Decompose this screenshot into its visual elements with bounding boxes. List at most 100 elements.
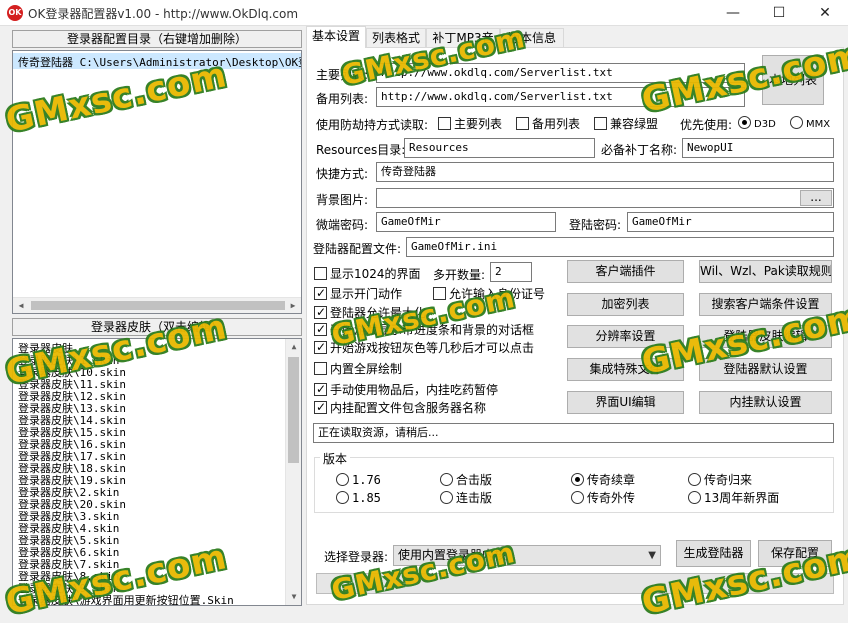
multi-count-input[interactable]: 2 — [490, 262, 532, 282]
client-plugin-button[interactable]: 客户端插件 — [567, 260, 684, 283]
login-pwd-label: 登陆密码: — [569, 218, 622, 232]
tab-version-info[interactable]: 版本信息 — [500, 28, 564, 47]
selector-label: 选择登录器: — [324, 550, 389, 564]
radio-version-176[interactable]: 1.76 — [336, 472, 381, 488]
save-config-button[interactable]: 保存配置 — [758, 540, 832, 567]
radio-icon[interactable] — [790, 116, 803, 129]
checkbox-icon[interactable] — [516, 117, 529, 130]
ui-edit-button[interactable]: 界面UI编辑 — [567, 391, 684, 414]
radio-icon[interactable] — [336, 491, 349, 504]
encrypt-list-button[interactable]: 加密列表 — [567, 293, 684, 316]
radio-version-185[interactable]: 1.85 — [336, 490, 381, 506]
priority-label: 优先使用: — [680, 118, 733, 132]
resolution-button[interactable]: 分辨率设置 — [567, 325, 684, 348]
plugin-defaults-button[interactable]: 内挂默认设置 — [699, 391, 832, 414]
radio-icon[interactable] — [571, 491, 584, 504]
checkbox-icon[interactable] — [314, 399, 327, 415]
skin-list[interactable]: 登录器皮肤 登录器皮肤\1.skin 登录器皮肤\10.skin 登录器皮肤\11.s… — [12, 338, 302, 606]
multi-count-label: 多开数量: — [433, 268, 486, 282]
radio-version-xuzhang[interactable]: 传奇续章 — [571, 472, 635, 488]
config-file-label: 登陆器配置文件: — [313, 242, 402, 256]
config-dir-header: 登录器配置目录（右键增加删除） — [12, 30, 302, 48]
chk-auto-use-items[interactable]: 手动使用物品后，内挂吃药暂停 — [314, 381, 498, 398]
radio-version-lianji[interactable]: 连击版 — [440, 490, 492, 506]
patch-name-label: 必备补丁名称: — [601, 143, 678, 157]
radio-icon[interactable] — [688, 473, 701, 486]
chk-show-1024[interactable]: 显示1024的界面 — [314, 266, 421, 282]
chk-start-game-dialog[interactable]: 开始游戏显示带进度条和背景的对话框 — [314, 321, 534, 338]
chk-show-opening[interactable]: 显示开门动作 — [314, 285, 402, 302]
login-pwd-input[interactable]: GameOfMir — [627, 212, 834, 232]
main-list-input[interactable]: http://www.okdlq.com/Serverlist.txt — [376, 63, 745, 83]
checkbox-icon[interactable] — [438, 117, 451, 130]
config-file-input[interactable]: GameOfMir.ini — [406, 237, 834, 257]
radio-mmx[interactable]: MMX — [790, 116, 830, 132]
wil-rules-button[interactable]: Wil、Wzl、Pak读取规则 — [699, 260, 832, 283]
scroll-down-icon[interactable]: ▼ — [286, 589, 301, 605]
maximize-button[interactable]: ☐ — [756, 0, 802, 26]
minimize-button[interactable]: — — [710, 0, 756, 26]
radio-version-13th[interactable]: 13周年新界面 — [688, 490, 779, 506]
browse-button[interactable]: ... — [800, 190, 832, 206]
chk-fullscreen-draw[interactable]: 内置全屏绘制 — [314, 361, 402, 377]
resources-input[interactable]: Resources — [404, 138, 595, 158]
scroll-left-icon[interactable]: ◀ — [13, 298, 29, 313]
search-client-button[interactable]: 搜索客户端条件设置 — [699, 293, 832, 316]
radio-icon[interactable] — [336, 473, 349, 486]
checkbox-icon[interactable] — [433, 287, 446, 300]
radio-version-guilai[interactable]: 传奇归来 — [688, 472, 752, 488]
checkbox-icon[interactable] — [594, 117, 607, 130]
special-files-button[interactable]: 集成特殊文件 — [567, 358, 684, 381]
progress-bar — [316, 573, 834, 594]
backup-list-input[interactable]: http://www.okdlq.com/Serverlist.txt — [376, 87, 745, 107]
radio-icon[interactable] — [440, 473, 453, 486]
scroll-right-icon[interactable]: ▶ — [285, 298, 301, 313]
checkbox-icon[interactable] — [314, 304, 327, 320]
close-button[interactable]: ✕ — [802, 0, 848, 26]
micro-pwd-input[interactable]: GameOfMir — [376, 212, 556, 232]
chk-start-btn-grey[interactable]: 开始游戏按钮灰色等几秒后才可以点击 — [314, 339, 534, 356]
resources-label: Resources目录: — [316, 143, 406, 157]
generate-button[interactable]: 生成登陆器 — [676, 540, 751, 567]
config-dir-list[interactable]: 传奇登陆器 C:\Users\Administrator\Desktop\OK登… — [12, 50, 302, 314]
patch-name-input[interactable]: NewopUI — [682, 138, 834, 158]
checkbox-icon[interactable] — [314, 321, 327, 337]
login-defaults-button[interactable]: 登陆器默认设置 — [699, 358, 832, 381]
config-dir-item[interactable]: 传奇登陆器 C:\Users\Administrator\Desktop\OK登… — [13, 53, 301, 69]
tab-list-format[interactable]: 列表格式 — [366, 28, 426, 47]
radio-icon[interactable] — [738, 116, 751, 129]
chk-config-include-server[interactable]: 内挂配置文件包含服务器名称 — [314, 399, 486, 416]
bg-image-label: 背景图片: — [316, 193, 369, 207]
radio-icon[interactable] — [571, 473, 584, 486]
bg-image-input[interactable] — [376, 188, 834, 208]
chk-allow-maximize[interactable]: 登陆器允许最大化 — [314, 304, 426, 321]
scroll-thumb[interactable] — [31, 301, 285, 310]
scroll-up-icon[interactable]: ▲ — [286, 339, 301, 355]
skin-list-item[interactable]: 登录器皮肤\游戏界面用更新按钮位置.Skin — [13, 595, 301, 606]
tab-patch-mp3[interactable]: 补丁MP3音乐 — [426, 28, 500, 63]
chk-compat[interactable]: 兼容绿盟 — [594, 116, 658, 132]
shortcut-input[interactable]: 传奇登陆器 — [376, 162, 834, 182]
checkbox-icon[interactable] — [314, 339, 327, 355]
chk-main-list[interactable]: 主要列表 — [438, 116, 502, 132]
radio-version-waichuan[interactable]: 传奇外传 — [571, 490, 635, 506]
checkbox-icon[interactable] — [314, 285, 327, 301]
radio-icon[interactable] — [440, 491, 453, 504]
tab-basic-settings[interactable]: 基本设置 — [306, 26, 366, 48]
checkbox-icon[interactable] — [314, 267, 327, 280]
checkbox-icon[interactable] — [314, 362, 327, 375]
checkbox-icon[interactable] — [314, 381, 327, 397]
local-list-button[interactable]: 本地列表 — [762, 55, 824, 105]
radio-d3d[interactable]: D3D — [738, 116, 776, 132]
micro-pwd-label: 微端密码: — [316, 218, 369, 232]
skin-edit-button[interactable]: 登陆器皮肤编辑 — [699, 325, 832, 348]
radio-icon[interactable] — [688, 491, 701, 504]
chk-allow-id-input[interactable]: 允许输入身份证号 — [433, 286, 545, 302]
config-dir-hscrollbar[interactable]: ◀ ▶ — [13, 297, 301, 313]
chk-backup-list[interactable]: 备用列表 — [516, 116, 580, 132]
skin-vscrollbar[interactable]: ▲ ▼ — [285, 339, 301, 605]
title-bar: OK OK登录器配置器v1.00 - http://www.OkDlq.com … — [0, 0, 848, 26]
login-selector-dropdown[interactable]: 使用内置登录器内核 ▼ — [393, 545, 661, 566]
scroll-thumb[interactable] — [288, 357, 299, 463]
radio-version-heji[interactable]: 合击版 — [440, 472, 492, 488]
